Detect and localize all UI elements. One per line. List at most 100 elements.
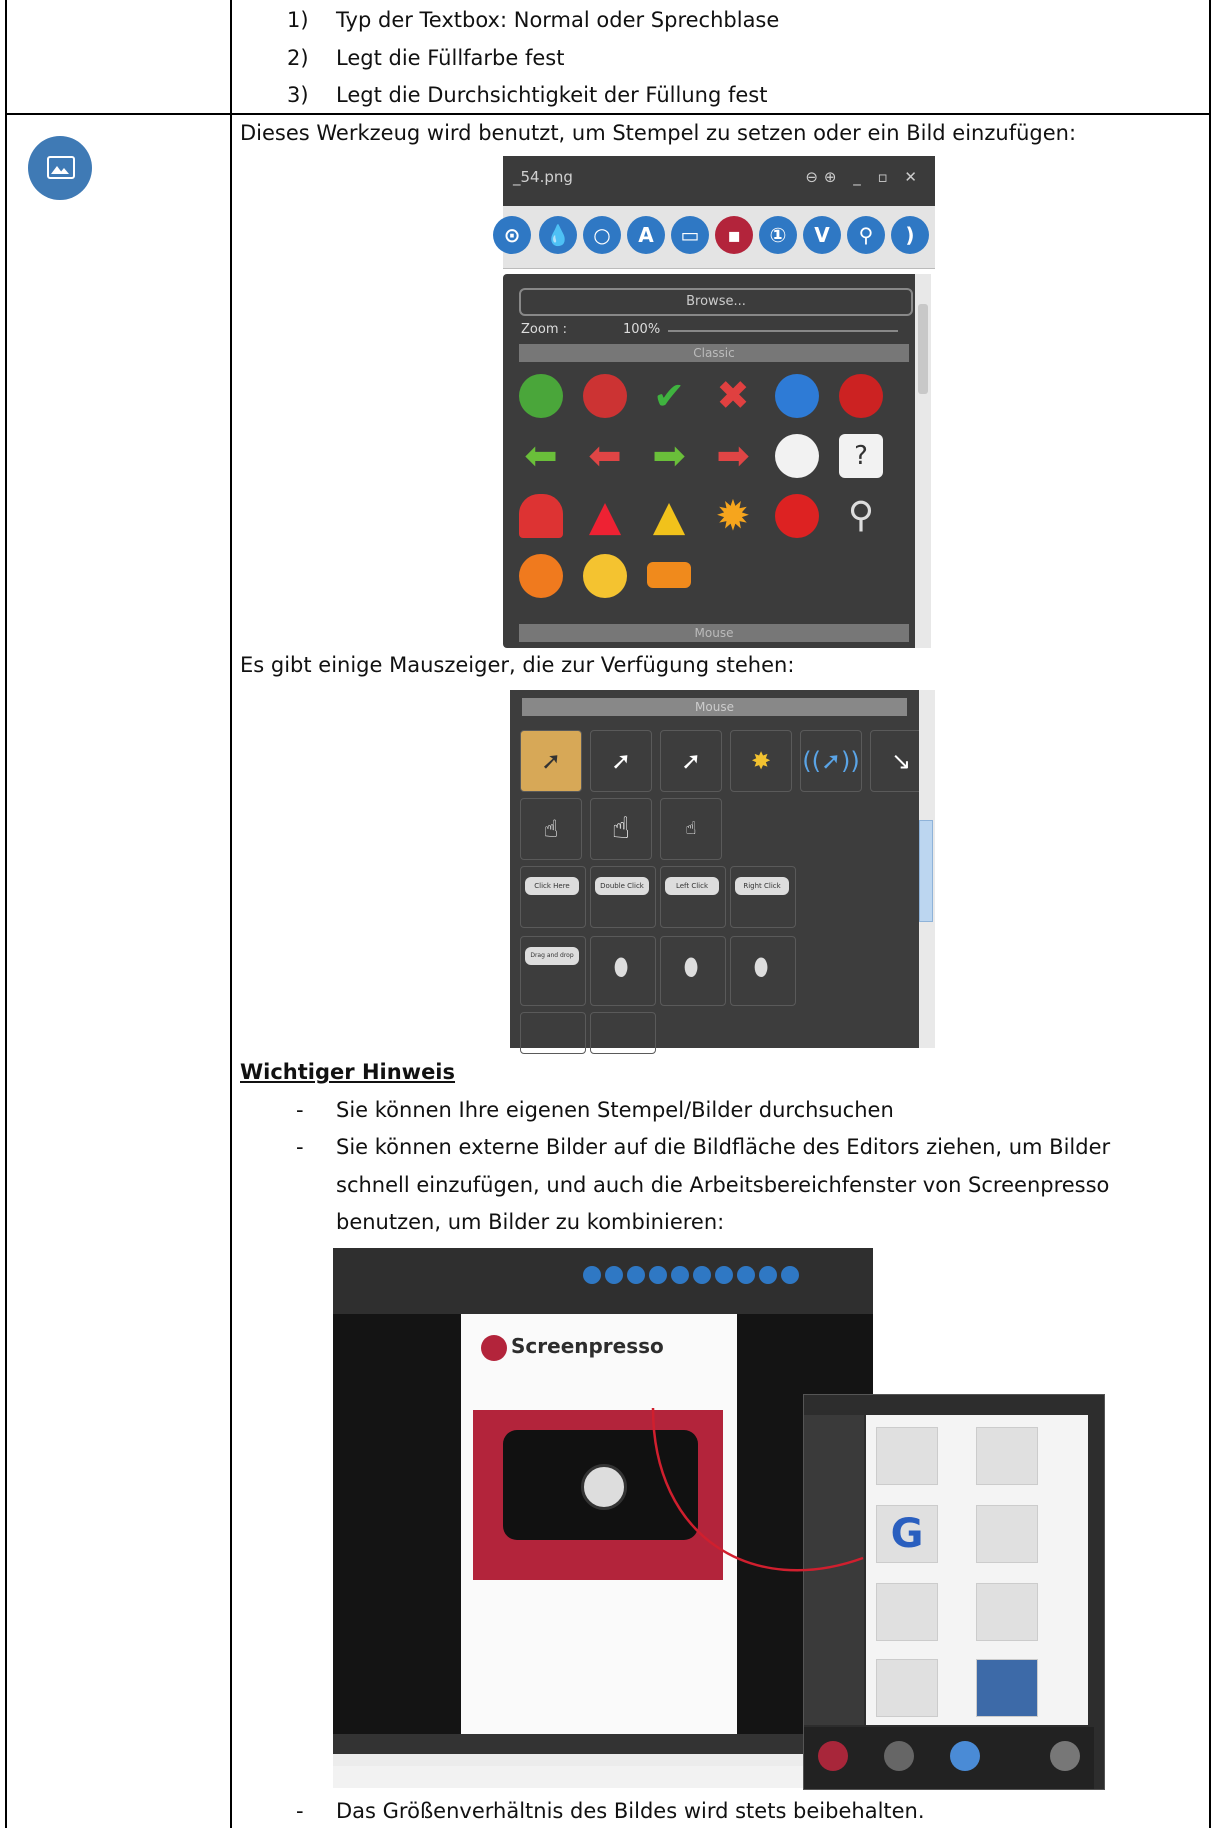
thumbnail bbox=[976, 1659, 1038, 1717]
table-column-divider bbox=[230, 0, 232, 1828]
cursor-spark-icon: ✸ bbox=[750, 747, 772, 775]
editor-footer bbox=[333, 1766, 873, 1788]
camera-icon bbox=[818, 1741, 848, 1771]
cursor-cell: ➚ bbox=[590, 730, 652, 792]
bullet-dash: - bbox=[296, 1098, 304, 1122]
stamp-panel-screenshot: _54.png ⊖⊕ _ ▫ ✕ ⊙ 💧 ○ A ▭ ▪ ① V ⚲ ) Bro… bbox=[493, 156, 935, 648]
screenpresso-logo: Screenpresso bbox=[481, 1334, 664, 1361]
double-click-bubble: Double Click bbox=[595, 877, 649, 895]
warning-red-stamp-icon: ▲ bbox=[588, 491, 622, 540]
cursor-cell: ☝ bbox=[590, 798, 652, 860]
cursor-cell: Left Click bbox=[660, 866, 726, 928]
cursor-cell: ⬮ bbox=[730, 936, 796, 1006]
drag-drop-screenshot: Screenpresso G bbox=[333, 1248, 1113, 1790]
cursor-cell: ⬮ bbox=[590, 936, 656, 1006]
drag-and-drop-bubble: Drag and drop bbox=[525, 947, 579, 965]
thumbnail bbox=[976, 1427, 1038, 1485]
hand-large-cursor-icon: ☝ bbox=[611, 811, 631, 846]
tool-icon bbox=[737, 1266, 755, 1284]
list-item: Typ der Textbox: Normal oder Sprechblase bbox=[336, 8, 780, 32]
check-green-stamp-icon bbox=[519, 374, 563, 418]
note-text: Sie können externe Bilder auf die Bildfl… bbox=[336, 1135, 1111, 1159]
click-here-bubble: Click Here bbox=[525, 877, 579, 895]
note-text: Sie können Ihre eigenen Stempel/Bilder d… bbox=[336, 1098, 894, 1122]
cursor-cell: ((➚)) bbox=[800, 730, 862, 792]
tool-button: ⊙ bbox=[493, 216, 531, 254]
siren-stamp-icon bbox=[519, 494, 563, 538]
zoom-label: Zoom : bbox=[521, 322, 567, 337]
bullet-dash: - bbox=[296, 1799, 304, 1823]
cursor-small-icon: ➚ bbox=[610, 747, 632, 775]
cursor-cell: Click Here bbox=[520, 866, 586, 928]
cross-red-stamp-icon bbox=[583, 374, 627, 418]
close-icon bbox=[1050, 1741, 1080, 1771]
left-click-bubble: Left Click bbox=[665, 877, 719, 895]
zoom-value: 100% bbox=[623, 322, 661, 337]
exclamation-bubble-stamp-icon bbox=[775, 434, 819, 478]
editor-statusbar bbox=[333, 1734, 873, 1754]
tool-description: Dieses Werkzeug wird benutzt, um Stempel… bbox=[240, 121, 1077, 145]
upload-icon bbox=[950, 1741, 980, 1771]
edit-icon bbox=[884, 1741, 914, 1771]
play-icon bbox=[581, 1464, 627, 1510]
new-label-stamp-icon bbox=[647, 562, 691, 588]
browse-button: Browse... bbox=[519, 288, 913, 316]
note-text: schnell einzufügen, und auch die Arbeits… bbox=[336, 1173, 1110, 1197]
tool-icon bbox=[627, 1266, 645, 1284]
window-title: _54.png bbox=[513, 168, 573, 186]
window-controls: ⊖⊕ _ ▫ ✕ bbox=[805, 168, 923, 186]
stamp-dropdown: Browse... Zoom : 100% Classic ✔ ✖ ⬅ ⬅ ➡ … bbox=[503, 274, 931, 648]
ellipse-tool-icon: ○ bbox=[583, 216, 621, 254]
cursor-shadow-icon: ➚ bbox=[680, 747, 702, 775]
counter-tool-icon: ① bbox=[759, 216, 797, 254]
hand-small-cursor-icon: ☝ bbox=[685, 818, 697, 839]
tool-icon bbox=[671, 1266, 689, 1284]
cursor-panel-screenshot: Mouse ➚ ➚ ➚ ✸ ((➚)) ↘ ☝ ☝ ☝ Click Here D… bbox=[510, 690, 935, 1054]
thumbnail: G bbox=[876, 1505, 938, 1563]
editor-ribbon bbox=[333, 1248, 873, 1314]
highlight-tool-icon: V bbox=[803, 216, 841, 254]
x-mark-stamp-icon: ✖ bbox=[716, 373, 750, 419]
document-table: 1) Typ der Textbox: Normal oder Sprechbl… bbox=[0, 0, 1211, 1828]
window-titlebar: _54.png ⊖⊕ _ ▫ ✕ bbox=[503, 156, 935, 206]
mouse-right-device-icon: ⬮ bbox=[753, 953, 769, 981]
thumbnail bbox=[876, 1659, 938, 1717]
list-number: 2) bbox=[287, 46, 309, 70]
blur-tool-icon: 💧 bbox=[539, 216, 577, 254]
checkmark-stamp-icon: ✔ bbox=[653, 374, 685, 418]
cursor-cell: Double Click bbox=[590, 866, 656, 928]
cursor-cell: Right Click bbox=[730, 866, 796, 928]
scrollbar bbox=[919, 690, 935, 1048]
new-badge-orange-stamp-icon bbox=[519, 554, 563, 598]
burst-stamp-icon: ✹ bbox=[715, 491, 751, 540]
arrow-left-red-stamp-icon: ⬅ bbox=[588, 433, 622, 479]
question-bubble-stamp-icon: ? bbox=[839, 434, 883, 478]
arrow-right-red-stamp-icon: ➡ bbox=[716, 433, 750, 479]
final-note: Das Größenverhältnis des Bildes wird ste… bbox=[336, 1799, 925, 1823]
hand-cursor-icon: ☝ bbox=[543, 815, 559, 843]
image-icon bbox=[28, 136, 92, 200]
scrollbar bbox=[915, 274, 931, 648]
cursor-cell: ⬮ bbox=[660, 936, 726, 1006]
tool-icon bbox=[649, 1266, 667, 1284]
zoom-slider bbox=[668, 330, 898, 332]
cursor-wave-icon: ((➚)) bbox=[802, 747, 860, 775]
thumbnail bbox=[976, 1505, 1038, 1563]
arrow-right-green-stamp-icon: ➡ bbox=[652, 433, 686, 479]
mouse-device-icon: ⬮ bbox=[613, 953, 629, 981]
list-number: 1) bbox=[287, 8, 309, 32]
text-tool-icon: A bbox=[627, 216, 665, 254]
right-click-bubble: Right Click bbox=[735, 877, 789, 895]
cursor-cell: ➚ bbox=[520, 730, 582, 792]
workspace-bottom-bar bbox=[804, 1727, 1094, 1789]
tool-icon bbox=[759, 1266, 777, 1284]
category-classic: Classic bbox=[519, 344, 909, 362]
thumbnail bbox=[876, 1583, 938, 1641]
category-mouse: Mouse bbox=[522, 698, 907, 716]
mouse-left-device-icon: ⬮ bbox=[683, 953, 699, 981]
magnifier-tool-icon: ⚲ bbox=[847, 216, 885, 254]
cursor-intro: Es gibt einige Mauszeiger, die zur Verfü… bbox=[240, 653, 795, 677]
list-item: Legt die Füllfarbe fest bbox=[336, 46, 565, 70]
cursor-arrow-icon: ➚ bbox=[540, 747, 562, 775]
thumbs-up-stamp-icon bbox=[775, 374, 819, 418]
